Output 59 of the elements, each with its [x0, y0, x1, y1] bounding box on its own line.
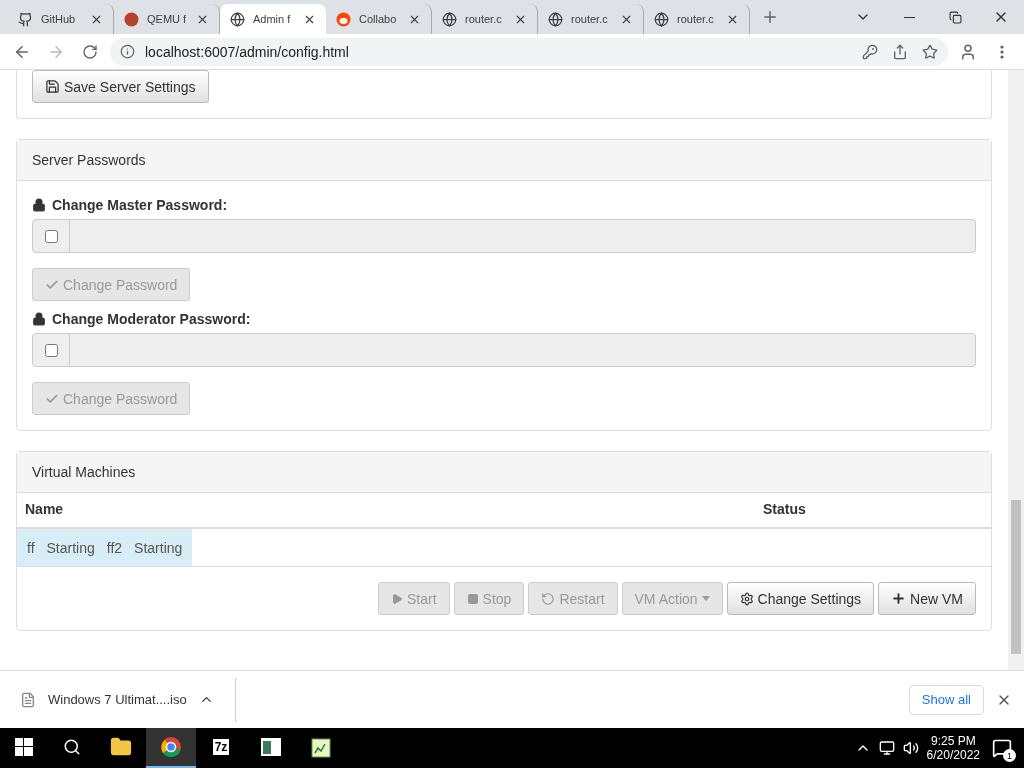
globe-icon — [230, 11, 245, 27]
column-header: Name — [25, 501, 65, 517]
taskbar-app[interactable] — [146, 728, 196, 768]
plus-icon — [761, 8, 779, 26]
network-icon[interactable] — [878, 740, 895, 756]
volume-icon[interactable] — [902, 740, 919, 756]
taskbar-app[interactable]: 7z — [196, 728, 246, 768]
windows-logo-icon — [15, 738, 33, 756]
browser-tab[interactable]: Admin f — [220, 4, 326, 34]
panel-title: Virtual Machines — [17, 452, 991, 493]
notification-count: 1 — [1003, 749, 1016, 762]
app-label: 7z — [212, 739, 230, 755]
restart-icon — [541, 591, 556, 606]
play-icon — [391, 592, 403, 605]
lock-icon — [32, 198, 46, 212]
table-cell-text: Starting — [133, 539, 184, 556]
column-header: Status — [763, 501, 807, 517]
clock-date: 6/20/2022 — [926, 748, 980, 762]
vm-row[interactable]: ff Starting ff2 Starting — [17, 529, 193, 566]
menu-icon — [1000, 44, 1004, 59]
table-cell-text: ff — [26, 539, 36, 556]
globe-icon — [442, 11, 457, 27]
file-icon — [20, 691, 36, 708]
share-icon[interactable] — [892, 43, 908, 60]
save-icon — [45, 79, 60, 94]
caret-icon — [701, 596, 710, 601]
globe-icon — [654, 11, 669, 27]
field-label: Change Moderator Password: — [52, 311, 251, 327]
clock-time: 9:25 PM — [930, 734, 976, 748]
vm-action-button[interactable]: New VM — [878, 582, 976, 615]
folder-icon — [110, 736, 132, 758]
window-icon — [260, 737, 282, 757]
search-icon — [63, 738, 81, 756]
reload-icon — [82, 43, 98, 60]
lock-icon — [32, 312, 46, 326]
bookmark-star-icon[interactable] — [922, 43, 938, 60]
address-bar[interactable]: localhost:6007/admin/config.html — [110, 37, 948, 66]
show-all-button[interactable]: Show all — [908, 684, 984, 715]
chrome-icon — [160, 736, 182, 758]
field-label: Change Master Password: — [52, 197, 228, 213]
table-cell-text: Starting — [45, 539, 96, 556]
restore-icon — [948, 10, 962, 24]
person-icon — [959, 42, 977, 61]
globe-icon — [548, 11, 563, 27]
save-settings-button[interactable]: Save Server Settings — [32, 70, 209, 103]
stop-icon — [466, 592, 479, 605]
scrollbar-thumb[interactable] — [1011, 500, 1021, 654]
download-filename[interactable]: Windows 7 Ultimat....iso — [48, 692, 187, 707]
panel-title: Server Passwords — [17, 140, 991, 181]
notepad-icon — [310, 736, 332, 758]
key-icon[interactable] — [862, 43, 878, 60]
minimize-icon — [903, 16, 915, 18]
table-cell-text: ff2 — [105, 539, 124, 556]
vm-action-button[interactable]: Change Settings — [726, 582, 875, 615]
notifications-icon[interactable] — [992, 738, 1012, 758]
plus-icon — [891, 591, 907, 606]
settings-icon — [739, 591, 754, 606]
github-icon — [18, 11, 33, 27]
info-icon[interactable] — [120, 44, 135, 59]
